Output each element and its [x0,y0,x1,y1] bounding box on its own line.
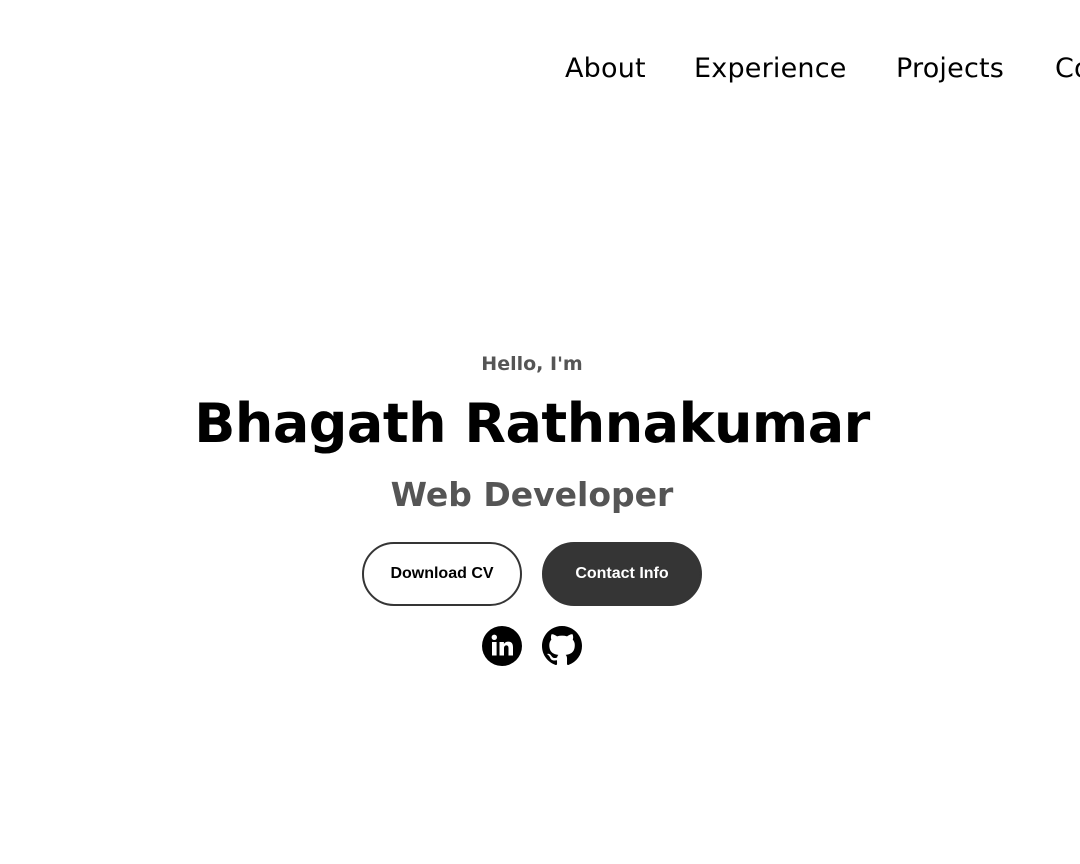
nav-link-experience[interactable]: Experience [694,50,847,88]
nav-link-about[interactable]: About [565,50,646,88]
hero-role: Web Developer [390,475,674,514]
nav-link-projects[interactable]: Projects [896,50,1004,88]
nav-link-contact[interactable]: Co [1055,50,1080,88]
hero-greeting: Hello, I'm [481,353,583,375]
page: About Experience Projects Co Hello, I'm … [0,0,1080,864]
download-cv-button[interactable]: Download CV [362,542,522,606]
hero-name: Bhagath Rathnakumar [194,392,870,455]
linkedin-icon[interactable] [482,626,522,666]
contact-info-button[interactable]: Contact Info [542,542,702,606]
github-icon[interactable] [542,626,582,666]
